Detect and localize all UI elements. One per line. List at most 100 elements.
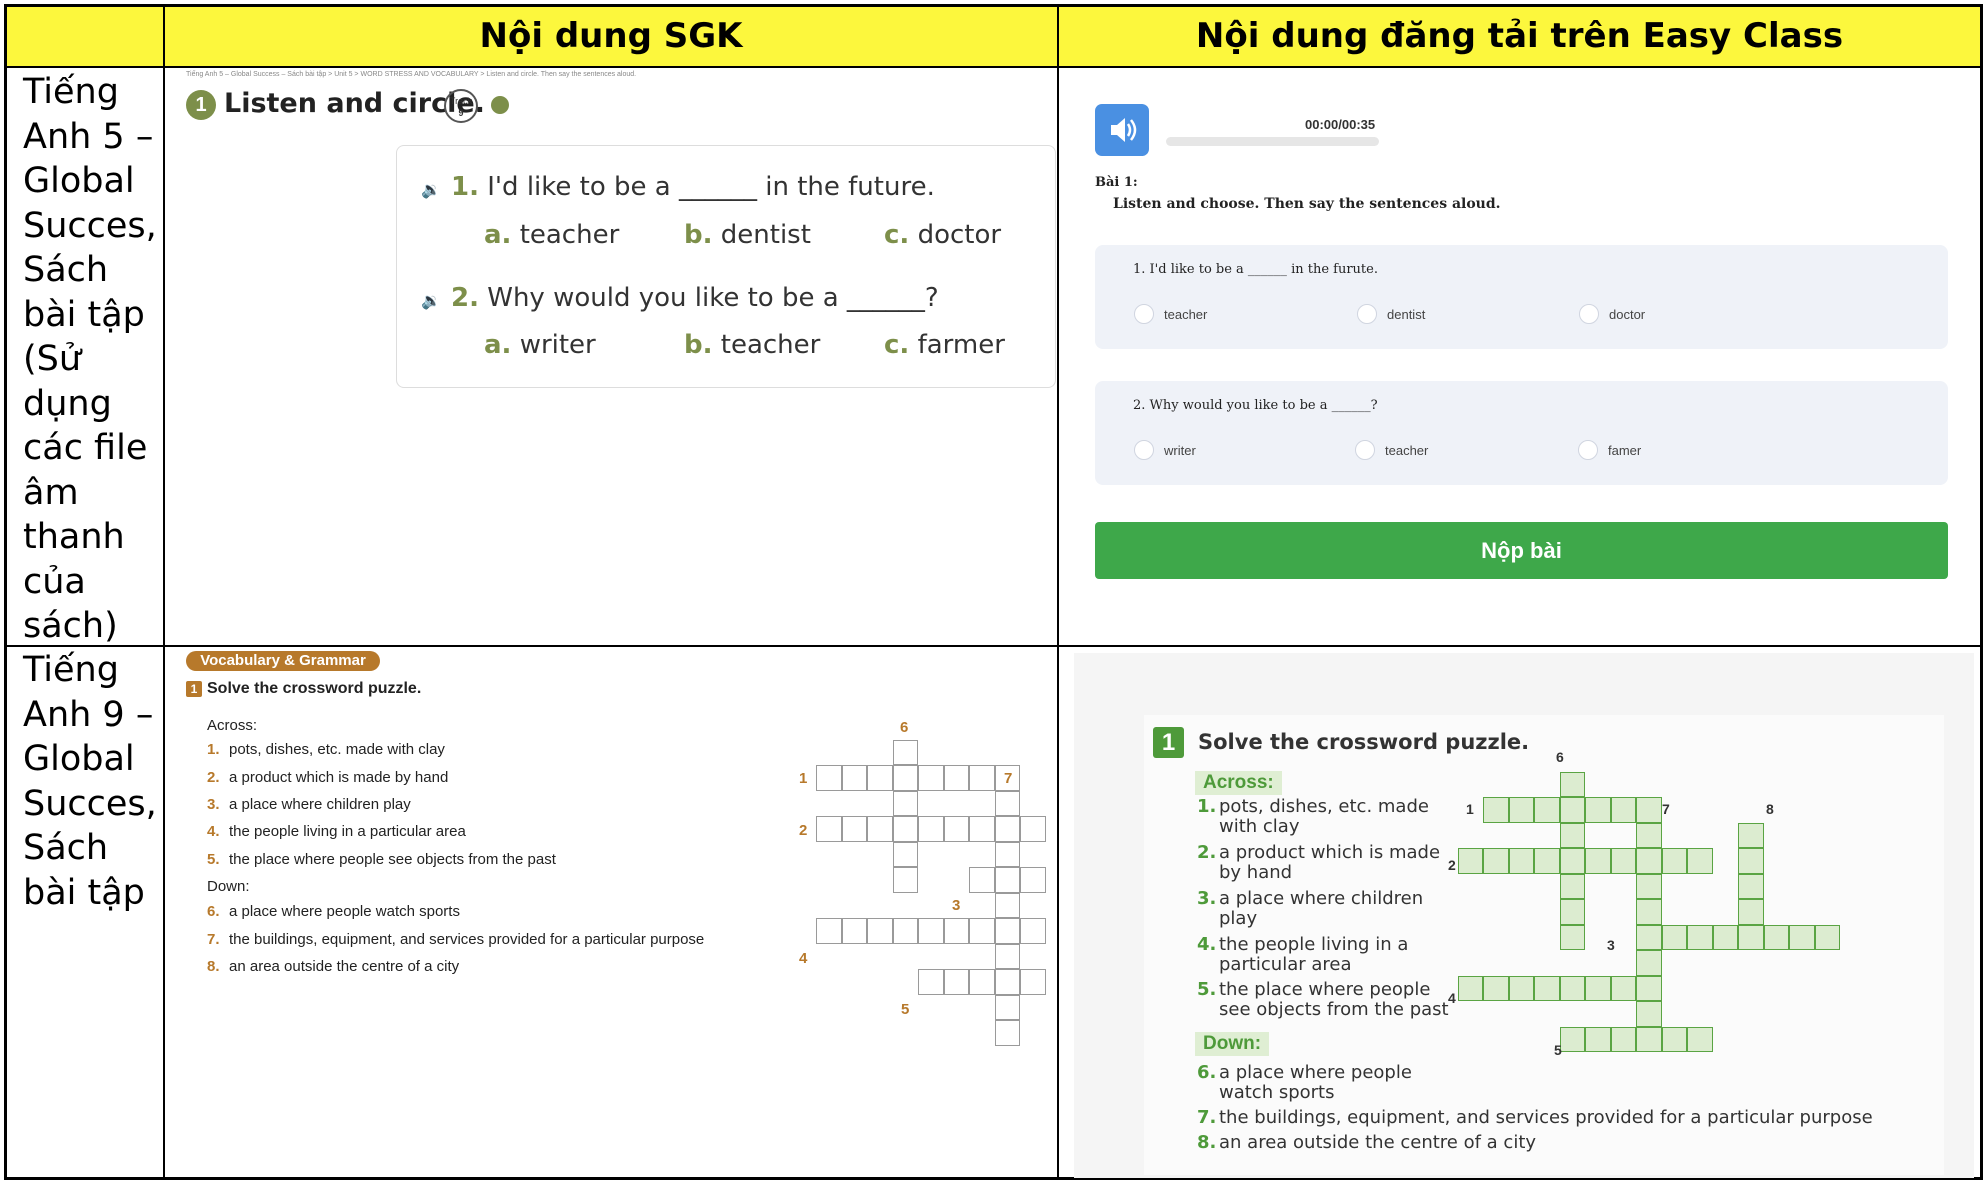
crossword-cell[interactable] [994,790,1020,816]
crossword-cell[interactable] [1636,975,1662,1001]
crossword-cell[interactable] [943,816,969,842]
crossword-cell[interactable] [1534,848,1560,874]
crossword-cell[interactable] [994,1020,1020,1046]
crossword-cell[interactable] [1738,924,1764,950]
crossword-cell[interactable] [1738,822,1764,848]
headphones-track-icon[interactable]: Track 9 [444,89,478,123]
crossword-cell[interactable] [1559,822,1585,848]
crossword-cell[interactable] [1661,1026,1687,1052]
crossword-cell[interactable] [969,918,995,944]
audio-play-button[interactable] [1095,104,1149,156]
crossword-cell[interactable] [1585,1026,1611,1052]
crossword-cell[interactable] [867,816,893,842]
crossword-cell[interactable] [1508,848,1534,874]
crossword-cell[interactable] [816,918,842,944]
radio-button[interactable] [1134,440,1154,460]
crossword-cell[interactable] [892,816,918,842]
speaker-icon[interactable]: 🔉 [421,180,441,200]
crossword-cell[interactable] [1636,797,1662,823]
crossword-cell[interactable] [1636,848,1662,874]
crossword-cell[interactable] [994,918,1020,944]
crossword-cell[interactable] [943,765,969,791]
crossword-cell[interactable] [1483,797,1509,823]
crossword-cell[interactable] [918,918,944,944]
radio-button[interactable] [1578,440,1598,460]
crossword-cell[interactable] [1559,771,1585,797]
crossword-cell[interactable] [1636,873,1662,899]
crossword-cell[interactable] [1020,918,1046,944]
crossword-cell[interactable] [841,765,867,791]
crossword-cell[interactable] [841,918,867,944]
crossword-cell[interactable] [1483,975,1509,1001]
crossword-cell[interactable] [1661,848,1687,874]
crossword-cell[interactable] [994,867,1020,893]
crossword-cell[interactable] [918,969,944,995]
q2-option-c[interactable]: c. farmer [884,330,1005,360]
crossword-cell[interactable] [1610,848,1636,874]
q1-option-c[interactable]: c. doctor [884,220,1001,250]
crossword-cell[interactable] [1559,975,1585,1001]
crossword-cell[interactable] [994,841,1020,867]
breadcrumb[interactable]: Tiếng Anh 5 – Global Success – Sách bài … [186,71,636,78]
crossword-cell[interactable] [1457,848,1483,874]
crossword-cell[interactable] [969,969,995,995]
crossword-cell[interactable] [1585,797,1611,823]
crossword-cell[interactable] [1508,975,1534,1001]
q2-option-a[interactable]: a. writer [484,330,596,360]
crossword-cell[interactable] [1559,899,1585,925]
crossword-cell[interactable] [994,892,1020,918]
crossword-cell[interactable] [1610,797,1636,823]
crossword-cell[interactable] [1559,848,1585,874]
crossword-cell[interactable] [1559,797,1585,823]
crossword-cell[interactable] [1636,950,1662,976]
crossword-cell[interactable] [816,765,842,791]
crossword-cell[interactable] [1559,1026,1585,1052]
crossword-cell[interactable] [1020,969,1046,995]
crossword-cell[interactable] [969,867,995,893]
audio-progress-bar[interactable] [1166,137,1379,146]
crossword-cell[interactable] [994,943,1020,969]
crossword-cell[interactable] [892,867,918,893]
crossword-cell[interactable] [994,816,1020,842]
crossword-cell[interactable] [1687,924,1713,950]
crossword-cell[interactable] [892,841,918,867]
crossword-cell[interactable] [1610,975,1636,1001]
crossword-cell[interactable] [994,969,1020,995]
crossword-cell[interactable] [969,816,995,842]
crossword-cell[interactable] [994,994,1020,1020]
crossword-cell[interactable] [1814,924,1840,950]
crossword-cell[interactable] [918,765,944,791]
crossword-cell[interactable] [1636,1001,1662,1027]
radio-button[interactable] [1134,304,1154,324]
crossword-cell[interactable] [1610,1026,1636,1052]
crossword-cell[interactable] [1020,867,1046,893]
crossword-cell[interactable] [1636,924,1662,950]
q1-option-a[interactable]: a. teacher [484,220,619,250]
crossword-cell[interactable] [969,765,995,791]
crossword-cell[interactable] [918,816,944,842]
q2-option-b[interactable]: b. teacher [684,330,820,360]
radio-button[interactable] [1579,304,1599,324]
crossword-cell[interactable] [816,816,842,842]
crossword-cell[interactable] [867,918,893,944]
crossword-cell[interactable] [1738,848,1764,874]
crossword-cell[interactable] [892,739,918,765]
crossword-cell[interactable] [1483,848,1509,874]
crossword-cell[interactable] [892,765,918,791]
crossword-cell[interactable] [1508,797,1534,823]
crossword-cell[interactable] [1559,924,1585,950]
crossword-cell[interactable] [1457,975,1483,1001]
crossword-cell[interactable] [1636,822,1662,848]
crossword-cell[interactable] [892,790,918,816]
submit-button[interactable]: Nộp bài [1095,522,1948,579]
crossword-cell[interactable] [1687,1026,1713,1052]
q1-option-b[interactable]: b. dentist [684,220,811,250]
crossword-cell[interactable] [1585,848,1611,874]
crossword-cell[interactable] [1534,975,1560,1001]
crossword-cell[interactable] [943,969,969,995]
speaker-icon[interactable]: 🔉 [421,291,441,311]
crossword-cell[interactable] [1687,848,1713,874]
crossword-cell[interactable] [1712,924,1738,950]
crossword-cell[interactable] [1738,873,1764,899]
crossword-cell[interactable] [1585,975,1611,1001]
